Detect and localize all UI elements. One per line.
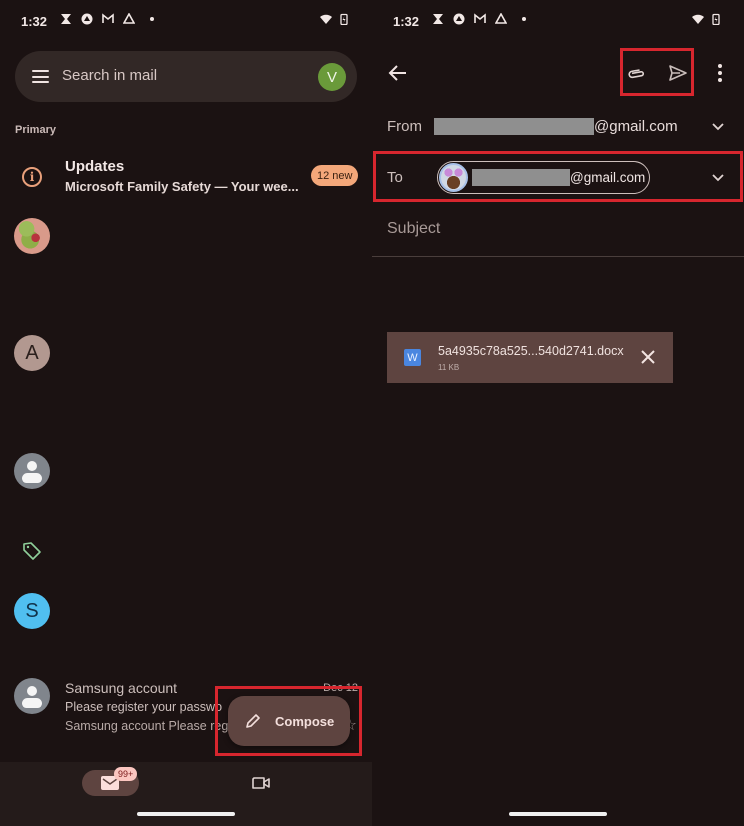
- battery-charging-icon: [710, 13, 722, 25]
- meet-icon[interactable]: [251, 774, 273, 792]
- wifi-icon: [692, 13, 704, 25]
- nav-mail-tab[interactable]: 99+: [82, 767, 139, 796]
- status-time: 1:32: [21, 14, 48, 29]
- redacted-email: [434, 117, 594, 135]
- mail-unread-badge: 99+: [114, 767, 138, 781]
- redacted-email: [472, 169, 570, 186]
- menu-icon[interactable]: [32, 70, 49, 83]
- sender-avatar-photo[interactable]: [14, 218, 50, 254]
- compose-label: Compose: [275, 713, 335, 729]
- compose-button[interactable]: Compose: [228, 696, 350, 746]
- new-count-badge: 12 new: [311, 165, 359, 186]
- recipient-avatar: [439, 163, 468, 192]
- battery-charging-icon: [338, 13, 350, 25]
- from-label: From: [387, 118, 422, 135]
- hourglass-icon: [432, 13, 444, 25]
- attachment-icon[interactable]: [624, 63, 644, 83]
- status-bar: 1:32: [372, 0, 744, 44]
- info-icon: i: [22, 167, 42, 187]
- gmail-icon: [474, 13, 486, 25]
- from-domain: @gmail.com: [594, 117, 678, 135]
- inbox-screen: 1:32 Search in mail V Primary i Updates …: [0, 0, 372, 826]
- subject-input[interactable]: Subject: [387, 220, 727, 238]
- more-options-icon[interactable]: [717, 64, 723, 82]
- email-date: Dec 12: [323, 682, 358, 694]
- attachment-filename: 5a4935c78a525...540d2741.docx: [438, 344, 624, 358]
- chevron-down-icon[interactable]: [711, 171, 725, 185]
- attachment-size: 11 KB: [438, 363, 460, 372]
- updates-category-row[interactable]: i Updates Microsoft Family Safety — Your…: [0, 150, 372, 202]
- wifi-icon: [320, 13, 332, 25]
- app-icon: [453, 13, 465, 25]
- recipient-chip[interactable]: @gmail.com: [437, 161, 650, 194]
- search-bar[interactable]: Search in mail V: [15, 51, 357, 102]
- back-arrow-icon[interactable]: [386, 61, 410, 85]
- bottom-navigation: 99+: [0, 762, 372, 826]
- app-icon: [81, 13, 93, 25]
- notification-dot: [150, 17, 154, 21]
- sender-avatar-person: [14, 678, 50, 714]
- tag-icon: [23, 542, 41, 560]
- updates-title: Updates: [65, 158, 125, 175]
- status-time: 1:32: [393, 14, 420, 29]
- drive-icon: [495, 13, 507, 25]
- home-indicator[interactable]: [509, 812, 607, 816]
- to-domain: @gmail.com: [570, 170, 646, 185]
- pencil-icon: [246, 714, 260, 728]
- chevron-down-icon[interactable]: [711, 120, 725, 134]
- email-subject: Please register your passwo: [65, 700, 223, 714]
- notification-dot: [522, 17, 526, 21]
- email-sender: Samsung account: [65, 680, 178, 696]
- status-bar: 1:32: [0, 0, 372, 44]
- divider: [372, 256, 744, 257]
- sender-avatar-person[interactable]: [14, 453, 50, 489]
- section-label-primary: Primary: [15, 124, 56, 136]
- send-icon[interactable]: [668, 63, 688, 83]
- drive-icon: [123, 13, 135, 25]
- status-icons-left: [432, 13, 526, 25]
- search-input[interactable]: Search in mail: [62, 67, 157, 84]
- status-icons-left: [60, 13, 154, 25]
- attachment-card[interactable]: W 5a4935c78a525...540d2741.docx 11 KB: [387, 332, 673, 383]
- word-doc-icon: W: [404, 349, 421, 366]
- updates-snippet: Microsoft Family Safety — Your wee...: [65, 179, 299, 194]
- person-icon: [14, 678, 50, 714]
- account-avatar[interactable]: V: [318, 63, 346, 91]
- compose-screen: 1:32 From @gmail.com To @gmail.com Subje…: [372, 0, 744, 826]
- from-field[interactable]: @gmail.com: [434, 117, 678, 135]
- to-label: To: [387, 169, 403, 186]
- email-snippet: Samsung account Please reg: [65, 719, 229, 733]
- close-icon[interactable]: [640, 349, 656, 365]
- person-icon: [14, 453, 50, 489]
- status-icons-right: [320, 13, 350, 25]
- sender-avatar-s[interactable]: S: [14, 593, 50, 629]
- home-indicator[interactable]: [137, 812, 235, 816]
- hourglass-icon: [60, 13, 72, 25]
- status-icons-right: [692, 13, 722, 25]
- sender-avatar-a[interactable]: A: [14, 335, 50, 371]
- gmail-icon: [102, 13, 114, 25]
